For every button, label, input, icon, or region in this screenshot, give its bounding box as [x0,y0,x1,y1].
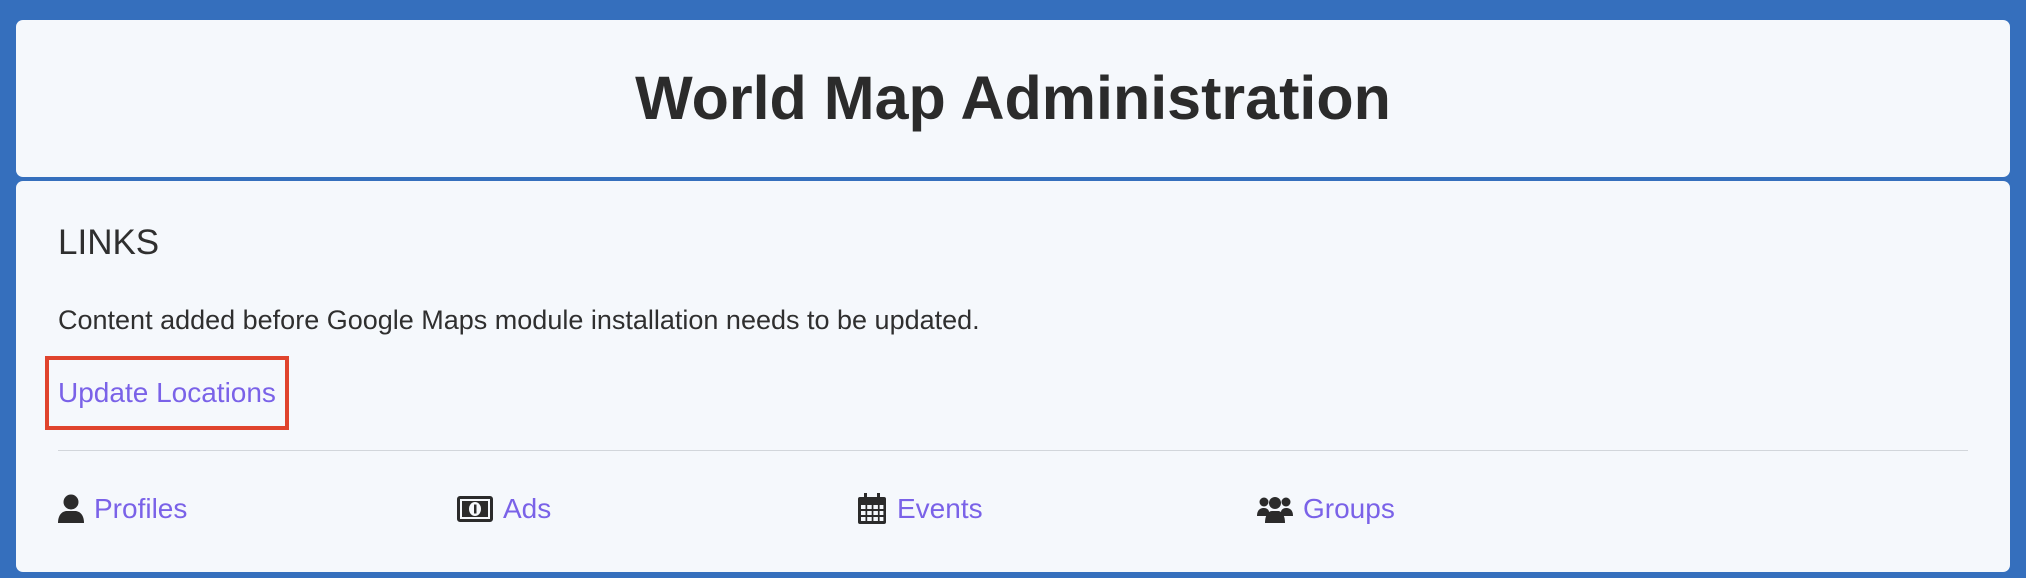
nav-label-groups: Groups [1303,493,1395,524]
nav-label-ads: Ads [503,493,552,524]
header-panel: World Map Administration [16,20,2010,177]
nav-link-events[interactable]: Events [857,487,983,531]
nav-link-groups[interactable]: Groups [1257,487,1395,531]
money-bill-icon [457,496,493,522]
calendar-icon [857,493,887,525]
divider [58,450,1968,451]
links-panel: LINKS Content added before Google Maps m… [16,181,2010,572]
update-locations-link[interactable]: Update Locations [58,377,276,409]
users-icon [1257,494,1293,524]
nav-label-events: Events [897,493,983,524]
user-icon [58,494,84,524]
page-title: World Map Administration [635,64,1391,132]
update-notice: Content added before Google Maps module … [58,305,980,335]
section-heading: LINKS [58,223,160,262]
nav-link-ads[interactable]: Ads [457,487,551,531]
nav-label-profiles: Profiles [94,493,188,524]
nav-link-profiles[interactable]: Profiles [58,487,187,531]
